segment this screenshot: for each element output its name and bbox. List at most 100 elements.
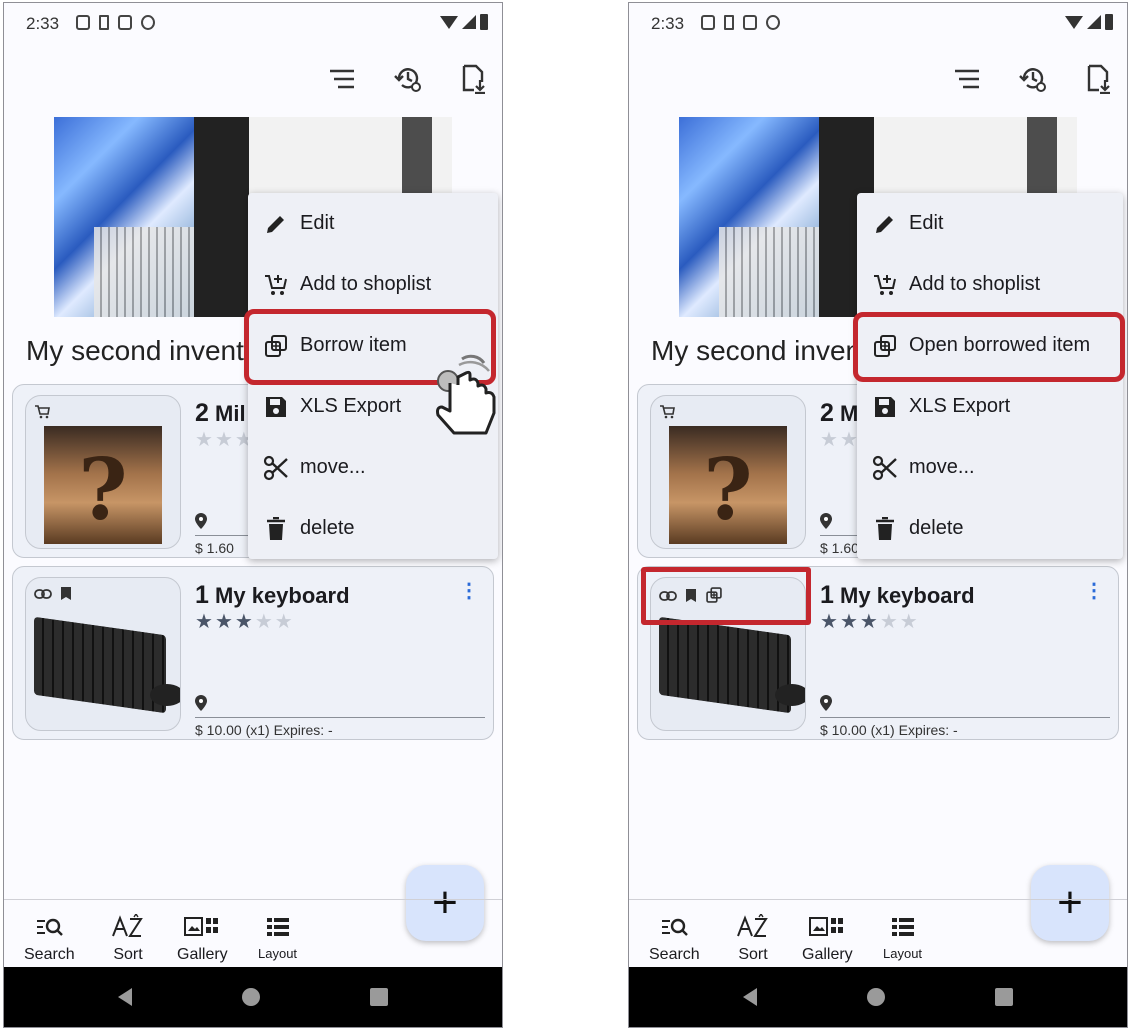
scissors-icon	[262, 454, 290, 482]
sort-az-icon	[736, 914, 770, 940]
location-pin-icon	[820, 513, 832, 534]
signal-icon	[462, 15, 476, 29]
file-download-icon[interactable]	[456, 61, 492, 97]
system-navigation-bar	[4, 967, 502, 1027]
tab-search[interactable]: Search	[649, 914, 700, 964]
bottom-toolbar: Search Sort Gallery Layout	[629, 899, 1127, 971]
top-action-bar	[949, 61, 1117, 97]
keyboard-image	[659, 616, 791, 714]
item-name[interactable]: 2 Mil	[195, 399, 246, 428]
item-price: $ 10.00 (x1) Expires: -	[820, 717, 1110, 738]
system-navigation-bar	[629, 967, 1127, 1027]
bookmark-icon	[60, 586, 72, 606]
location-pin-icon	[195, 513, 207, 534]
top-action-bar	[324, 61, 492, 97]
tab-sort[interactable]: Sort	[111, 914, 145, 964]
tap-hand-icon	[428, 353, 502, 444]
phone-screen-right: 2:33 My second inventory ? 2 M ★ ★ $ 1.60	[628, 2, 1128, 1028]
recent-apps-icon[interactable]	[370, 988, 388, 1006]
item-name[interactable]: 1 My keyboard	[820, 581, 975, 610]
signal-icon	[1087, 15, 1101, 29]
system-status-icons	[440, 14, 488, 30]
filter-list-icon[interactable]	[949, 61, 985, 97]
filter-list-icon[interactable]	[324, 61, 360, 97]
menu-item-edit[interactable]: Edit	[857, 193, 1123, 254]
back-icon[interactable]	[743, 988, 757, 1006]
menu-item-add-to-shoplist[interactable]: Add to shoplist	[248, 254, 498, 315]
scissors-icon	[871, 454, 899, 482]
trash-icon	[871, 515, 899, 543]
mouse-image	[775, 684, 805, 706]
shopping-cart-icon	[659, 404, 675, 425]
pencil-icon	[262, 210, 290, 238]
more-options-icon[interactable]: ⋮	[459, 581, 479, 601]
battery-icon	[1105, 14, 1113, 30]
link-icon	[34, 587, 52, 605]
tab-search[interactable]: Search	[24, 914, 75, 964]
item-thumbnail[interactable]: ?	[650, 395, 806, 549]
gallery-icon	[183, 914, 221, 940]
wifi-icon	[1065, 15, 1083, 29]
layout-list-icon	[266, 914, 290, 940]
add-cart-icon	[262, 271, 290, 299]
back-icon[interactable]	[118, 988, 132, 1006]
menu-item-add-to-shoplist[interactable]: Add to shoplist	[857, 254, 1123, 315]
home-icon[interactable]	[242, 988, 260, 1006]
item-card[interactable]: 1 My keyboard ★ ★ ★ ★ ★ ⋮ $ 10.00 (x1) Expir…	[12, 566, 494, 740]
menu-item-edit[interactable]: Edit	[248, 193, 498, 254]
file-download-icon[interactable]	[1081, 61, 1117, 97]
notification-icons	[701, 15, 780, 30]
search-list-icon	[660, 914, 689, 940]
home-icon[interactable]	[867, 988, 885, 1006]
tab-sort[interactable]: Sort	[736, 914, 770, 964]
bottom-toolbar: Search Sort Gallery Layout	[4, 899, 502, 971]
more-options-icon[interactable]: ⋮	[1084, 581, 1104, 601]
mystery-box-image: ?	[669, 426, 787, 544]
rating-stars: ★ ★ ★ ★ ★	[820, 611, 918, 633]
history-settings-icon[interactable]	[1015, 61, 1051, 97]
mystery-box-image: ?	[44, 426, 162, 544]
pencil-icon	[871, 210, 899, 238]
shopping-cart-icon	[34, 404, 50, 425]
keyboard-image	[34, 616, 166, 714]
highlight-box	[853, 312, 1125, 382]
tab-gallery[interactable]: Gallery	[802, 914, 853, 964]
item-price: $ 10.00 (x1) Expires: -	[195, 717, 485, 738]
menu-item-delete[interactable]: delete	[857, 498, 1123, 559]
tab-layout[interactable]: Layout	[883, 914, 922, 961]
menu-item-move[interactable]: move...	[248, 437, 498, 498]
item-name[interactable]: 2 M	[820, 399, 858, 428]
location-pin-icon	[195, 695, 207, 716]
menu-item-move[interactable]: move...	[857, 437, 1123, 498]
item-name[interactable]: 1 My keyboard	[195, 581, 350, 610]
location-pin-icon	[820, 695, 832, 716]
save-icon	[871, 393, 899, 421]
add-cart-icon	[871, 271, 899, 299]
recent-apps-icon[interactable]	[995, 988, 1013, 1006]
tab-gallery[interactable]: Gallery	[177, 914, 228, 964]
phone-screen-left: 2:33 My second inventory ? 2 Mil ★ ★ ★ $ 1…	[3, 2, 503, 1028]
wifi-icon	[440, 15, 458, 29]
rating-stars: ★ ★ ★ ★ ★	[195, 611, 293, 633]
tab-layout[interactable]: Layout	[258, 914, 297, 961]
status-time: 2:33	[26, 14, 60, 33]
notification-icons	[76, 15, 155, 30]
status-time: 2:33	[651, 14, 685, 33]
sort-az-icon	[111, 914, 145, 940]
search-list-icon	[35, 914, 64, 940]
menu-item-delete[interactable]: delete	[248, 498, 498, 559]
battery-icon	[480, 14, 488, 30]
rating-stars: ★ ★	[820, 429, 858, 451]
trash-icon	[262, 515, 290, 543]
status-bar: 2:33	[4, 3, 502, 45]
mouse-image	[150, 684, 180, 706]
item-thumbnail[interactable]: ?	[25, 395, 181, 549]
system-status-icons	[1065, 14, 1113, 30]
highlight-box	[641, 567, 811, 625]
item-thumbnail[interactable]	[25, 577, 181, 731]
save-icon	[262, 393, 290, 421]
menu-item-xls-export[interactable]: XLS Export	[857, 376, 1123, 437]
history-settings-icon[interactable]	[390, 61, 426, 97]
layout-list-icon	[891, 914, 915, 940]
gallery-icon	[808, 914, 846, 940]
